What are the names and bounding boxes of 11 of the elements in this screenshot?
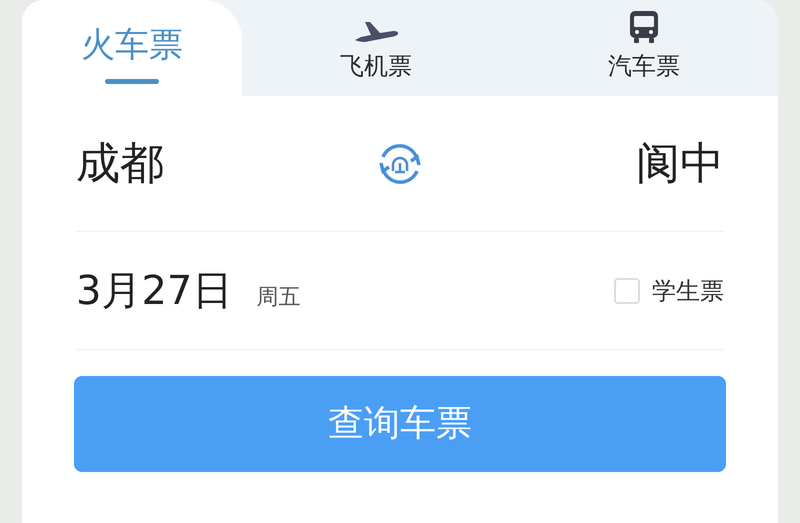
travel-date[interactable]: 3月27日	[76, 260, 232, 320]
weekday: 周五	[256, 284, 300, 312]
student-ticket-label[interactable]: 学生票	[652, 272, 724, 308]
departure-city[interactable]: 成都	[76, 130, 164, 196]
ticket-tab[interactable]: 飞机票	[242, 0, 510, 96]
arrival-city[interactable]: 阆中	[636, 130, 724, 196]
bus-icon	[627, 10, 661, 44]
tab-underline	[105, 79, 159, 84]
student-checkbox[interactable]	[614, 278, 640, 304]
airplane-icon	[353, 20, 399, 44]
ticket-tab[interactable]: 汽车票	[510, 0, 778, 96]
